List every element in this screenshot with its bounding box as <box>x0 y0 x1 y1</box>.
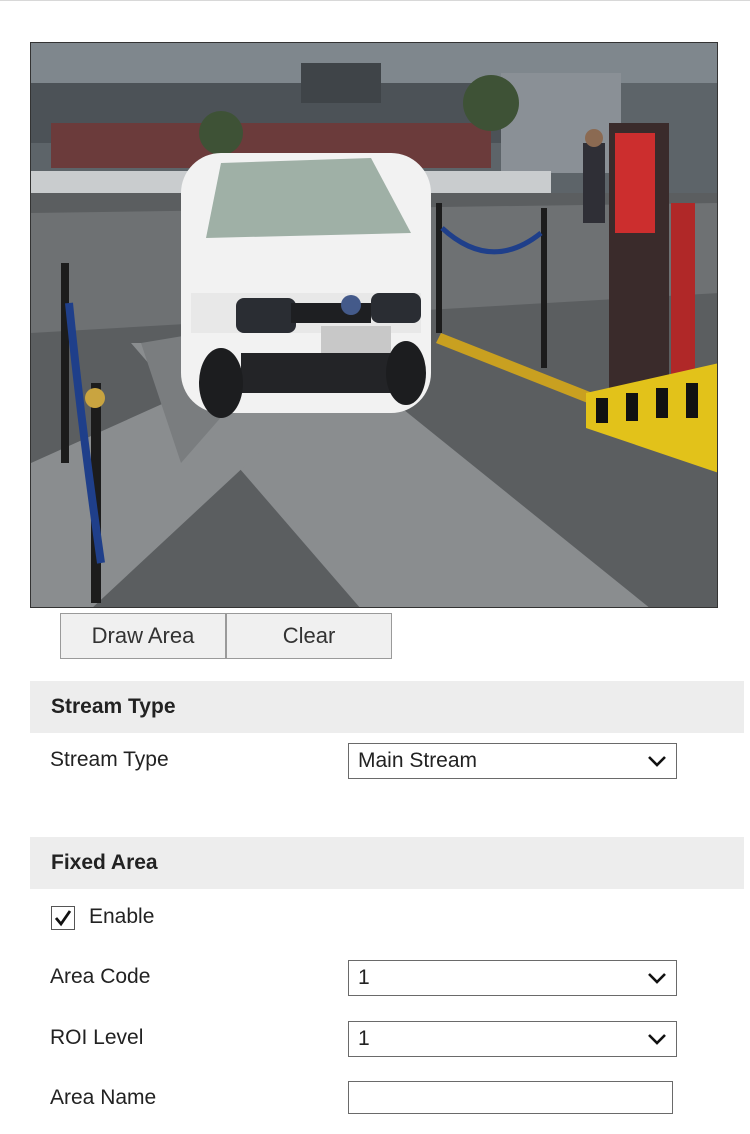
area-name-label: Area Name <box>50 1086 157 1109</box>
draw-area-button[interactable]: Draw Area <box>60 613 226 659</box>
enable-checkbox[interactable] <box>51 906 75 930</box>
clear-button[interactable]: Clear <box>226 613 392 659</box>
roi-settings-page: Draw Area Clear Stream Type Stream Type … <box>0 0 750 1134</box>
enable-label: Enable <box>89 905 155 928</box>
video-preview[interactable] <box>30 42 718 608</box>
roi-level-value: 1 <box>358 1027 370 1050</box>
fixed-area-section-header: Fixed Area <box>30 837 744 889</box>
area-name-input[interactable] <box>348 1081 673 1114</box>
area-code-label: Area Code <box>50 965 151 988</box>
stream-type-value: Main Stream <box>358 749 478 772</box>
chevron-down-icon <box>648 1034 666 1045</box>
chevron-down-icon <box>648 973 666 984</box>
chevron-down-icon <box>648 756 666 767</box>
stream-type-select[interactable]: Main Stream <box>348 743 677 779</box>
checkmark-icon <box>54 910 72 927</box>
roi-level-label: ROI Level <box>50 1026 144 1049</box>
stream-type-label: Stream Type <box>50 748 169 771</box>
roi-level-select[interactable]: 1 <box>348 1021 677 1057</box>
area-code-select[interactable]: 1 <box>348 960 677 996</box>
stream-type-section-header: Stream Type <box>30 681 744 733</box>
area-code-value: 1 <box>358 966 370 989</box>
camera-snapshot-icon <box>31 43 717 607</box>
